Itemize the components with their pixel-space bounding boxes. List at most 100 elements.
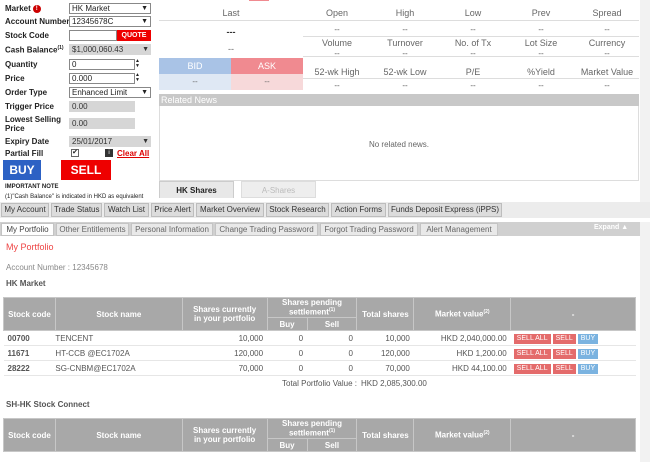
chevron-down-icon[interactable]: ▼ xyxy=(142,44,149,55)
market-value: HKD 2,040,000.00 xyxy=(413,330,511,346)
quantity-row: Quantity 0 ▲ ▼ xyxy=(3,59,151,71)
no-tx-label: No. of Tx xyxy=(454,38,492,48)
divider xyxy=(303,78,639,79)
order-type-label: Order Type xyxy=(5,88,48,97)
prev-value: -- xyxy=(538,25,544,34)
sell-button[interactable]: SELL xyxy=(552,333,576,344)
nav-funds-deposit[interactable]: Funds Deposit Express (iPPS) xyxy=(388,203,502,217)
cash-balance-row: Cash Balance(1) $1,000,060.43 ▼ xyxy=(3,44,151,56)
stock-name: HT-CCB @EC1702A xyxy=(55,345,183,361)
currency-label: Currency xyxy=(588,38,626,48)
divider xyxy=(159,20,303,21)
expiry-select[interactable]: 25/01/2017 ▼ xyxy=(69,136,151,147)
chevron-down-icon: ▼ xyxy=(142,138,149,145)
market-select[interactable]: HK Market ▼ xyxy=(69,3,151,14)
volume-value: -- xyxy=(334,49,340,58)
col-shares-current: Shares currently in your portfolio xyxy=(181,297,268,331)
spread-value: -- xyxy=(604,25,610,34)
chevron-down-icon: ▼ xyxy=(141,5,148,12)
pending-sell: 0 xyxy=(307,330,357,346)
tab-a-shares[interactable]: A-Shares xyxy=(241,181,316,198)
col-stock-code: Stock code xyxy=(3,418,56,452)
col-stock-name: Stock name xyxy=(54,418,183,452)
bid-label: BID xyxy=(159,58,231,74)
account-label: Account Number xyxy=(5,17,70,26)
nav-my-account[interactable]: My Account xyxy=(1,203,49,217)
volume-label: Volume xyxy=(321,38,353,48)
price-stepper[interactable]: ▲ ▼ xyxy=(135,73,141,84)
tab-other-entitlements[interactable]: Other Entitlements xyxy=(56,223,129,236)
info-icon[interactable]: ! xyxy=(32,4,41,13)
partial-fill-checkbox[interactable]: ✔ xyxy=(71,149,79,157)
tab-hk-shares[interactable]: HK Shares xyxy=(159,181,234,198)
pending-sell: 0 xyxy=(307,360,357,376)
stock-code[interactable]: 11671 xyxy=(3,345,56,361)
price-row: Price 0.000 ▲ ▼ xyxy=(3,73,151,85)
buy-button[interactable]: BUY xyxy=(577,363,599,374)
tab-forgot-password[interactable]: Forgot Trading Password xyxy=(320,223,418,236)
pending-buy: 0 xyxy=(267,330,308,346)
stepper-down-icon[interactable]: ▼ xyxy=(135,78,141,83)
nav-action-forms[interactable]: Action Forms xyxy=(331,203,386,217)
market-value-value: -- xyxy=(604,81,610,90)
quantity-input[interactable]: 0 xyxy=(69,59,135,70)
lot-size-value: -- xyxy=(538,49,544,58)
nav-market-overview[interactable]: Market Overview xyxy=(196,203,264,217)
clear-all-link[interactable]: Clear All xyxy=(117,149,149,158)
table-row: 28222 SG-CNBM@EC1702A 70,000 0 0 70,000 … xyxy=(3,360,636,376)
sell-button[interactable]: SELL xyxy=(552,348,576,359)
lowest-selling-input[interactable]: 0.00 xyxy=(69,118,135,129)
nav-watch-list[interactable]: Watch List xyxy=(104,203,149,217)
divider xyxy=(303,20,639,21)
stock-code[interactable]: 00700 xyxy=(3,330,56,346)
account-row: Account Number 12345678C ▼ xyxy=(3,16,151,28)
quantity-label: Quantity xyxy=(5,60,38,69)
order-type-select[interactable]: Enhanced Limit ▼ xyxy=(69,87,151,98)
scrollbar[interactable] xyxy=(640,222,650,462)
stock-code[interactable]: 28222 xyxy=(3,360,56,376)
buy-button[interactable]: BUY xyxy=(3,160,41,180)
yield-value: -- xyxy=(538,81,544,90)
prev-label: Prev xyxy=(531,8,551,18)
tab-my-portfolio[interactable]: My Portfolio xyxy=(1,223,54,236)
last-label: Last xyxy=(222,8,240,18)
row-actions: SELL ALL SELL BUY xyxy=(510,345,636,361)
sell-all-button[interactable]: SELL ALL xyxy=(513,363,551,374)
bid-value[interactable]: -- xyxy=(159,74,231,90)
buy-button[interactable]: BUY xyxy=(577,333,599,344)
stock-code-input[interactable] xyxy=(69,30,117,41)
info-icon[interactable]: i xyxy=(105,149,113,157)
nav-price-alert[interactable]: Price Alert xyxy=(151,203,194,217)
expand-button[interactable]: Expand ▲ xyxy=(594,224,628,231)
stepper-down-icon[interactable]: ▼ xyxy=(135,64,141,69)
low-label: Low xyxy=(464,8,482,18)
tab-personal-information[interactable]: Personal Information xyxy=(131,223,213,236)
scrollbar[interactable] xyxy=(640,0,650,205)
trigger-price-input[interactable]: 0.00 xyxy=(69,101,135,112)
shares-current: 10,000 xyxy=(182,330,268,346)
quantity-stepper[interactable]: ▲ ▼ xyxy=(135,59,141,70)
ask-value[interactable]: -- xyxy=(231,74,303,90)
price-input[interactable]: 0.000 xyxy=(69,73,135,84)
account-select[interactable]: 12345678C ▼ xyxy=(69,16,151,27)
hk-portfolio-table: Stock code Stock name Shares currently in… xyxy=(3,297,636,376)
last-value: --- xyxy=(226,27,236,37)
wk-high-label: 52-wk High xyxy=(314,67,360,77)
sell-button[interactable]: SELL xyxy=(61,160,111,180)
quote-button[interactable]: QUOTE xyxy=(117,30,151,41)
account-number-line: Account Number : 12345678 xyxy=(6,263,108,272)
tab-change-password[interactable]: Change Trading Password xyxy=(215,223,318,236)
nav-trade-status[interactable]: Trade Status xyxy=(51,203,102,217)
sell-button[interactable]: SELL xyxy=(552,363,576,374)
sh-portfolio-table: Stock code Stock name Shares currently in… xyxy=(3,418,636,452)
total-shares: 70,000 xyxy=(356,360,414,376)
sell-all-button[interactable]: SELL ALL xyxy=(513,333,551,344)
tab-alert-management[interactable]: Alert Management xyxy=(420,223,498,236)
low-value: -- xyxy=(470,25,476,34)
col-market-value: Market value(2) xyxy=(413,297,512,331)
important-note: IMPORTANT NOTE xyxy=(5,184,59,190)
sell-all-button[interactable]: SELL ALL xyxy=(513,348,551,359)
buy-button[interactable]: BUY xyxy=(577,348,599,359)
quote-panel: Last --- -- Open High Low Prev Spread --… xyxy=(159,0,639,95)
nav-stock-research[interactable]: Stock Research xyxy=(266,203,329,217)
